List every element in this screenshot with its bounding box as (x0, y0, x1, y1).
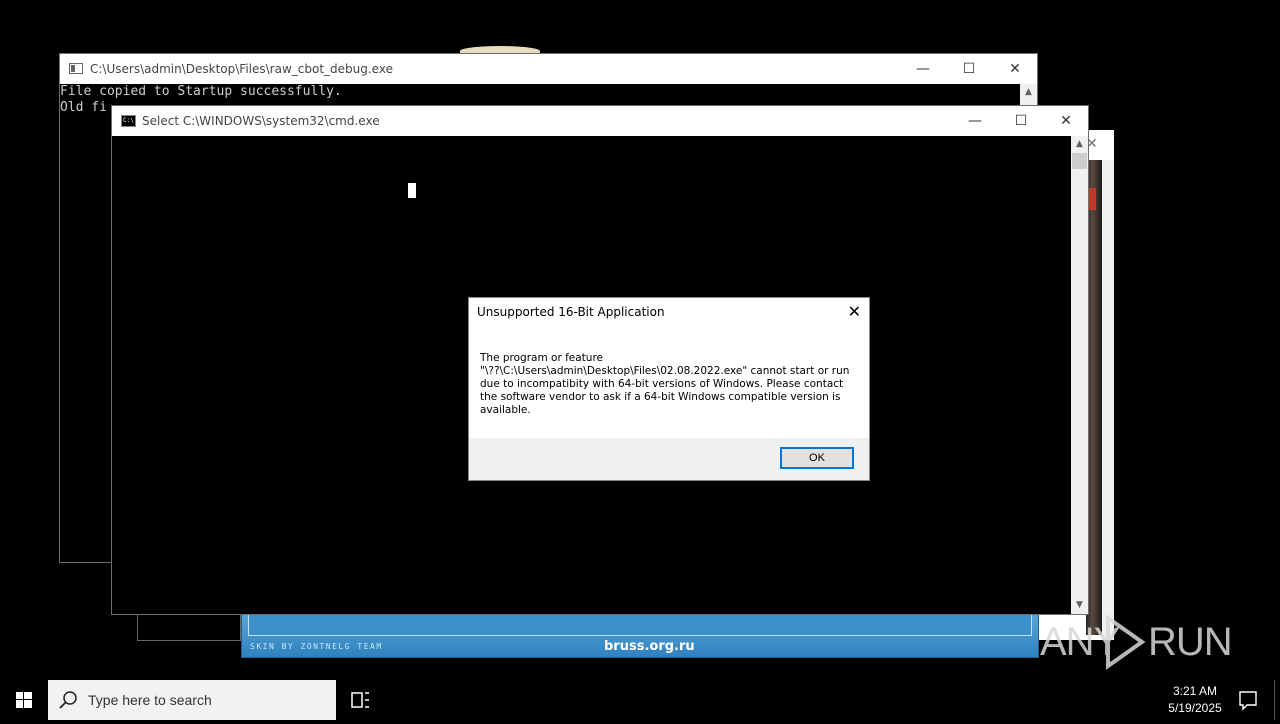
window-title: Select C:\WINDOWS\system32\cmd.exe (142, 114, 380, 128)
skin-app-frame (137, 614, 241, 641)
message-line: due to incompatibity with 64-bit version… (480, 378, 844, 390)
clock-date: 5/19/2025 (1168, 701, 1222, 715)
task-view-button[interactable] (340, 680, 380, 720)
skin-credit: SKIN BY ZONTNELG TEAM (250, 642, 383, 651)
console-line-2: Old fi (60, 100, 107, 115)
minimize-button[interactable]: — (952, 106, 998, 136)
close-button[interactable]: ✕ (992, 54, 1038, 84)
message-line: The program or feature (480, 352, 604, 364)
scroll-up-icon[interactable]: ▲ (1020, 84, 1037, 101)
taskbar: Type here to search 3:21 AM 5/19/2025 (0, 680, 1280, 720)
dialog-title: Unsupported 16-Bit Application (477, 305, 665, 319)
skin-url-label[interactable]: bruss.org.ru (604, 639, 695, 654)
start-button[interactable] (0, 680, 48, 720)
console-app-icon (69, 63, 83, 74)
window-title: C:\Users\admin\Desktop\Files\raw_cbot_de… (90, 62, 393, 76)
clock-time: 3:21 AM (1172, 684, 1218, 698)
scroll-up-icon[interactable]: ▲ (1071, 136, 1088, 153)
close-icon[interactable]: ✕ (848, 302, 861, 321)
console-line-1: File copied to Startup successfully. (60, 84, 342, 99)
show-desktop-button[interactable] (1274, 680, 1280, 720)
message-line: available. (480, 404, 531, 416)
ok-button[interactable]: OK (780, 447, 854, 469)
title-bar[interactable]: C:\ Select C:\WINDOWS\system32\cmd.exe —… (112, 106, 1088, 136)
scrollbar[interactable] (1102, 160, 1114, 640)
play-logo-icon (1106, 614, 1146, 670)
system-clock[interactable]: 3:21 AM 5/19/2025 (1150, 683, 1240, 717)
message-line: the software vendor to ask if a 64-bit W… (480, 391, 841, 403)
minimize-button[interactable]: — (900, 54, 946, 84)
search-box[interactable]: Type here to search (48, 680, 336, 720)
notification-button[interactable] (1230, 680, 1266, 720)
dialog-message: The program or feature "\??\C:\Users\adm… (480, 352, 852, 417)
watermark-right: RUN (1148, 620, 1233, 664)
text-cursor (408, 183, 416, 198)
notification-icon (1239, 691, 1257, 711)
task-view-icon (351, 692, 369, 708)
title-bar[interactable]: C:\Users\admin\Desktop\Files\raw_cbot_de… (60, 54, 1037, 84)
unsupported-app-dialog[interactable]: Unsupported 16-Bit Application ✕ The pro… (468, 297, 870, 481)
skinned-app-window[interactable]: SKIN BY ZONTNELG TEAM bruss.org.ru (241, 612, 1039, 658)
close-button[interactable]: ✕ (1043, 106, 1089, 136)
vertical-scrollbar[interactable]: ▲ ▼ (1071, 136, 1088, 614)
search-icon (59, 691, 77, 709)
skin-panel (248, 615, 1032, 636)
message-line: "\??\C:\Users\admin\Desktop\Files\02.08.… (480, 365, 850, 377)
maximize-button[interactable]: ☐ (946, 54, 992, 84)
maximize-button[interactable]: ☐ (998, 106, 1044, 136)
scroll-thumb[interactable] (1072, 153, 1087, 169)
search-placeholder: Type here to search (88, 692, 212, 708)
scroll-down-icon[interactable]: ▼ (1071, 597, 1088, 614)
cmd-icon: C:\ (121, 115, 136, 127)
windows-start-icon (16, 692, 32, 708)
dialog-footer: OK (469, 438, 869, 480)
